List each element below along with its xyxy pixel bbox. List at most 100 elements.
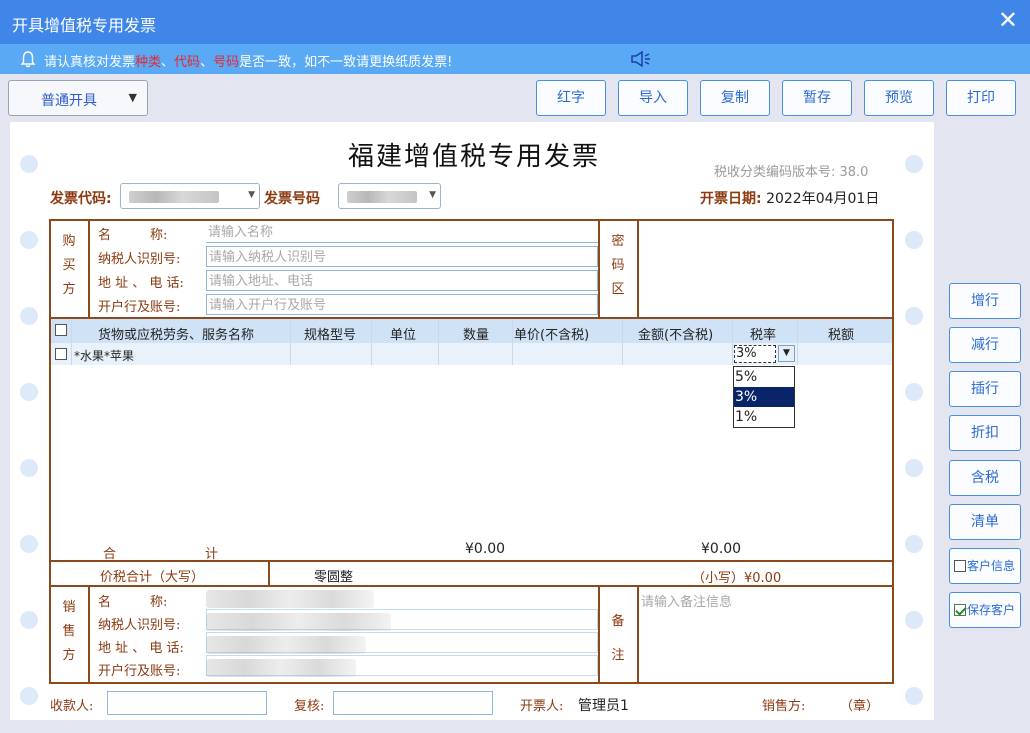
buyer-name-label: 名 称:: [98, 228, 168, 243]
tax-rate-option-3[interactable]: 3%: [734, 387, 794, 407]
tax-included-button[interactable]: 含税: [949, 460, 1021, 496]
divider: [512, 319, 513, 365]
perforation-hole: [20, 611, 38, 629]
buyer-address-label: 地 址 、 电 话:: [98, 276, 184, 291]
invoice-code-label: 发票代码:: [50, 191, 112, 207]
seller-sign-label: 销售方:: [762, 699, 806, 714]
invoice-title: 福建增值税专用发票: [348, 142, 601, 172]
column-header: 单位: [390, 328, 417, 343]
import-button[interactable]: 导入: [618, 80, 688, 116]
perforation-hole: [20, 231, 38, 249]
payee-input[interactable]: [107, 691, 267, 715]
invoice-date: 开票日期: 2022年04月01日: [700, 191, 880, 207]
notice-bar: 请认真核对发票种类、代码、号码是否一致，如不一致请更换纸质发票!: [0, 44, 1030, 74]
chevron-down-icon: ▼: [248, 190, 255, 200]
total-amount: ¥0.00: [465, 541, 506, 557]
invoice-number-select[interactable]: ▼: [338, 183, 441, 209]
mode-select[interactable]: 普通开具 ▼: [8, 80, 148, 116]
drawer-label: 开票人:: [520, 699, 564, 714]
divider: [49, 585, 894, 587]
red-invoice-button[interactable]: 红字: [536, 80, 606, 116]
invoice-code-select[interactable]: ▼: [120, 183, 260, 209]
perforation-hole: [905, 383, 923, 401]
chevron-down-icon: ▼: [429, 190, 436, 200]
tax-rate-select[interactable]: 3%: [734, 345, 776, 363]
print-button[interactable]: 打印: [946, 80, 1016, 116]
add-row-button[interactable]: 增行: [949, 283, 1021, 319]
chevron-down-icon[interactable]: ▼: [778, 345, 795, 362]
column-header: 税率: [750, 328, 777, 343]
save-draft-button[interactable]: 暂存: [782, 80, 852, 116]
perforation-hole: [20, 535, 38, 553]
list-button[interactable]: 清单: [949, 504, 1021, 540]
preview-button[interactable]: 预览: [864, 80, 934, 116]
reviewer-label: 复核:: [294, 699, 325, 714]
divider: [88, 585, 90, 684]
row-item-name[interactable]: *水果*苹果: [74, 347, 134, 364]
seller-bank-border: [206, 655, 598, 676]
seal-label: （章）: [840, 699, 880, 714]
speaker-icon[interactable]: [630, 50, 652, 68]
divider: [371, 319, 372, 365]
buyer-section-label: 购买方: [62, 234, 76, 297]
divider: [637, 585, 639, 684]
customer-info-toggle[interactable]: 客户信息: [949, 548, 1021, 584]
close-icon[interactable]: ✕: [998, 8, 1018, 32]
version-text: 税收分类编码版本号: 38.0: [714, 165, 869, 180]
customer-info-checkbox[interactable]: [954, 560, 966, 572]
total-tax: ¥0.00: [701, 541, 742, 557]
perforation-hole: [20, 307, 38, 325]
seller-name-redacted[interactable]: [206, 590, 374, 608]
perforation-hole: [905, 611, 923, 629]
buyer-name-input[interactable]: 请输入名称: [206, 222, 598, 243]
select-all-checkbox[interactable]: [55, 324, 67, 336]
remark-input[interactable]: 请输入备注信息: [641, 591, 732, 610]
save-customer-checkbox[interactable]: [954, 604, 966, 616]
seller-bank-label: 开户行及账号:: [98, 664, 181, 679]
save-customer-toggle[interactable]: 保存客户: [949, 592, 1021, 628]
divider: [732, 319, 733, 365]
buyer-bank-label: 开户行及账号:: [98, 300, 181, 315]
password-area-label: 密码区: [611, 234, 625, 297]
column-header: 税额: [828, 328, 855, 343]
copy-button[interactable]: 复制: [700, 80, 770, 116]
divider: [290, 319, 291, 365]
drawer-value: 管理员1: [578, 698, 629, 714]
redacted-value: [129, 191, 219, 203]
divider: [88, 219, 90, 317]
tax-rate-dropdown: 5% 3% 1%: [733, 366, 795, 428]
delete-row-button[interactable]: 减行: [949, 327, 1021, 363]
buyer-taxid-input[interactable]: 请输入纳税人识别号: [206, 246, 598, 267]
seller-address-label: 地 址 、 电 话:: [98, 641, 184, 656]
tax-rate-option-1[interactable]: 1%: [734, 407, 794, 427]
grand-total-capital: 零圆整: [314, 570, 354, 585]
row-checkbox[interactable]: [55, 348, 67, 360]
seller-name-label: 名 称:: [98, 595, 168, 610]
insert-row-button[interactable]: 插行: [949, 371, 1021, 407]
divider: [598, 219, 600, 317]
divider: [268, 560, 270, 586]
perforation-hole: [905, 231, 923, 249]
reviewer-input[interactable]: [333, 691, 493, 715]
column-header: 规格型号: [304, 328, 357, 343]
seller-section-label: 销售方: [62, 600, 76, 663]
discount-button[interactable]: 折扣: [949, 415, 1021, 451]
divider: [622, 319, 623, 365]
divider: [598, 585, 600, 684]
perforation-hole: [905, 535, 923, 553]
buyer-bank-input[interactable]: 请输入开户行及账号: [206, 294, 598, 315]
seller-taxid-label: 纳税人识别号:: [98, 618, 181, 633]
divider: [49, 560, 894, 562]
tax-rate-option-5[interactable]: 5%: [734, 367, 794, 387]
invoice-number-label: 发票号码: [264, 191, 320, 207]
chevron-down-icon: ▼: [128, 91, 137, 104]
buyer-address-input[interactable]: 请输入地址、电话: [206, 270, 598, 291]
buyer-taxid-label: 纳税人识别号:: [98, 252, 181, 267]
seller-taxid-border: [206, 609, 598, 630]
window-title: 开具增值税专用发票: [12, 16, 157, 35]
perforation-hole: [20, 687, 38, 705]
perforation-hole: [905, 307, 923, 325]
perforation-hole: [20, 155, 38, 173]
divider: [797, 319, 798, 365]
divider: [438, 319, 439, 365]
